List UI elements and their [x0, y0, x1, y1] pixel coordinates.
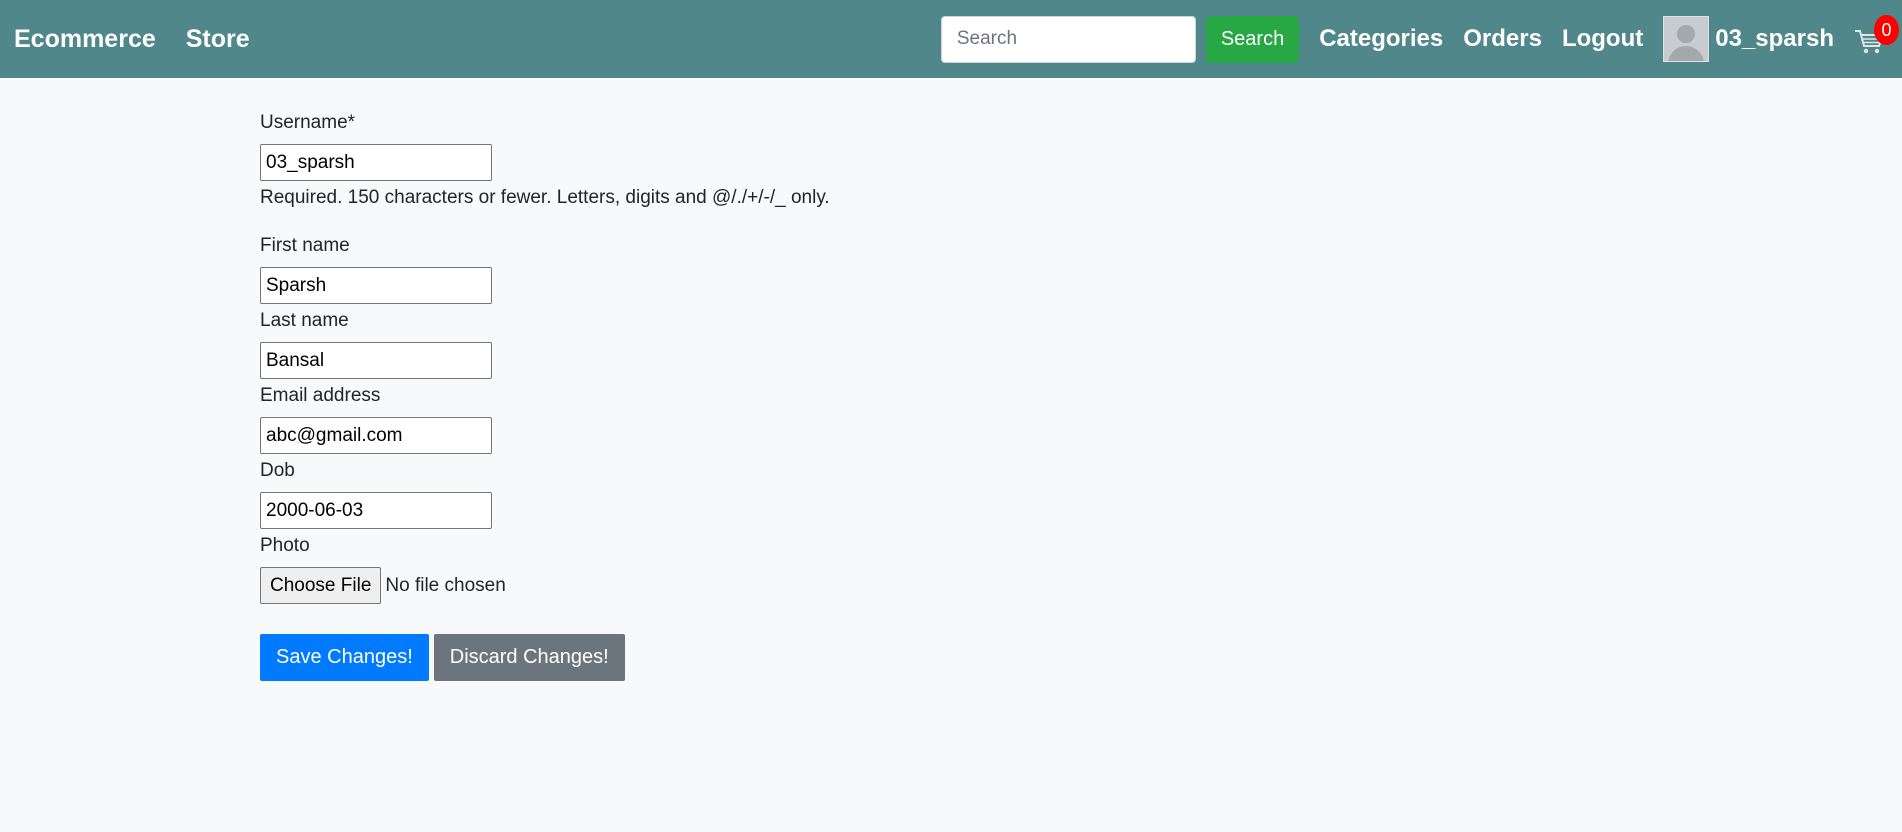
first-name-label: First name [260, 235, 350, 256]
search-input[interactable] [940, 15, 1196, 63]
brand-link[interactable]: Ecommerce [14, 25, 156, 54]
discard-changes-button[interactable]: Discard Changes! [433, 634, 625, 681]
choose-file-button[interactable]: Choose File [260, 567, 382, 604]
cart-button[interactable]: 0 [1854, 15, 1899, 59]
avatar [1663, 16, 1710, 62]
categories-link[interactable]: Categories [1319, 25, 1443, 53]
username-input[interactable] [260, 144, 492, 181]
last-name-input[interactable] [260, 342, 492, 379]
username-label: 03_sparsh [1715, 25, 1834, 52]
form-actions: Save Changes! Discard Changes! [260, 634, 1902, 681]
dob-input[interactable] [260, 492, 492, 529]
dob-label: Dob [260, 460, 295, 481]
first-name-input[interactable] [260, 267, 492, 304]
email-input[interactable] [260, 417, 492, 454]
avatar-head [1677, 25, 1696, 43]
store-link[interactable]: Store [186, 25, 250, 54]
last-name-label: Last name [260, 310, 349, 331]
avatar-body [1668, 46, 1705, 61]
save-changes-button[interactable]: Save Changes! [260, 634, 429, 681]
file-status-text: No file chosen [385, 574, 506, 596]
profile-form: Username* Required. 150 characters or fe… [0, 78, 1902, 681]
top-navbar: Ecommerce Store Search Categories Orders… [0, 0, 1902, 78]
username-label: Username* [260, 112, 356, 133]
logout-link[interactable]: Logout [1562, 25, 1643, 53]
orders-link[interactable]: Orders [1463, 25, 1542, 53]
username-help-text: Required. 150 characters or fewer. Lette… [260, 187, 830, 208]
cart-count-badge: 0 [1874, 15, 1899, 45]
photo-label: Photo [260, 535, 310, 556]
photo-file-picker: Choose File No file chosen [260, 567, 1902, 604]
email-label: Email address [260, 385, 381, 406]
user-profile[interactable]: 03_sparsh [1663, 16, 1834, 62]
search-button[interactable]: Search [1205, 15, 1300, 63]
